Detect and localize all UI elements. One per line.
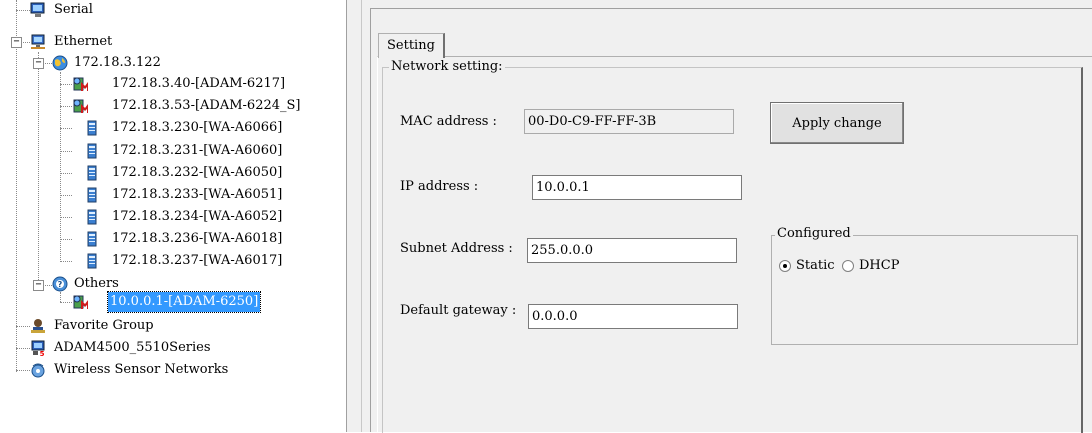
module-icon	[87, 165, 97, 181]
tree-item-label: Others	[74, 276, 119, 291]
tree-line	[60, 128, 72, 129]
tree-line	[60, 302, 72, 303]
tree-item-label: Favorite Group	[54, 318, 154, 333]
tree-item-label: 172.18.3.231-[WA-A6060]	[112, 143, 283, 158]
network-setting-title: Network setting:	[389, 59, 505, 74]
collapse-others-icon[interactable]: −	[33, 280, 44, 291]
network-icon	[31, 34, 45, 49]
computer-icon	[30, 2, 45, 17]
tree-item-label: 172.18.3.234-[WA-A6052]	[112, 209, 283, 224]
tree-line	[60, 239, 72, 240]
tree-line	[38, 52, 39, 284]
tree-item-label: 172.18.3.233-[WA-A6051]	[112, 187, 283, 202]
tree-line	[43, 285, 52, 286]
mac-label: MAC address :	[400, 114, 497, 129]
configured-group	[771, 235, 1078, 345]
apply-change-button[interactable]: Apply change	[770, 102, 904, 144]
dhcp-radio-label[interactable]: DHCP	[859, 258, 899, 273]
tree-item-label: 10.0.0.1-[ADAM-6250]	[106, 291, 262, 313]
mac-field: 00-D0-C9-FF-FF-3B	[524, 109, 734, 134]
module-icon	[87, 253, 97, 269]
gateway-label: Default gateway :	[400, 303, 517, 318]
tree-line	[60, 84, 72, 85]
favorite-group-icon	[31, 319, 45, 333]
static-radio[interactable]	[779, 260, 791, 272]
subnet-field[interactable]: 255.0.0.0	[527, 238, 737, 263]
collapse-ethernet-icon[interactable]: −	[11, 37, 22, 48]
tree-item-label: ADAM4500_5510Series	[54, 340, 211, 355]
svg-text:?: ?	[58, 280, 63, 289]
globe-icon	[52, 55, 68, 71]
tree-item-label: 172.18.3.53-[ADAM-6224_S]	[112, 98, 301, 113]
help-circle-icon: ?	[52, 276, 68, 292]
tree-item-label: 172.18.3.237-[WA-A6017]	[112, 253, 283, 268]
configured-title: Configured	[775, 226, 853, 241]
tree-line	[21, 42, 30, 43]
module-online-icon	[73, 77, 88, 91]
tree-line	[16, 370, 30, 371]
tree-item-label: Serial	[54, 2, 93, 17]
module-online-icon	[73, 295, 88, 309]
module-icon	[87, 209, 97, 225]
tree-line	[60, 292, 61, 302]
tab-setting[interactable]: Setting	[378, 33, 445, 58]
tree-item-label: Ethernet	[54, 34, 113, 49]
splitter[interactable]	[347, 0, 362, 432]
module-icon	[87, 231, 97, 247]
tree-line	[60, 106, 72, 107]
tree-line	[60, 173, 72, 174]
tree-line	[60, 217, 72, 218]
tree-line	[43, 63, 52, 64]
ip-field[interactable]: 10.0.0.1	[532, 175, 742, 200]
subnet-label: Subnet Address :	[400, 241, 513, 256]
tree-line	[16, 326, 30, 327]
tree-item-label: 172.18.3.230-[WA-A6066]	[112, 120, 283, 135]
ip-label: IP address :	[400, 179, 479, 194]
tree-item-label: 172.18.3.122	[74, 55, 161, 70]
tree-item-label: 172.18.3.232-[WA-A6050]	[112, 165, 283, 180]
dhcp-radio[interactable]	[842, 260, 854, 272]
module-icon	[87, 143, 97, 159]
tree-item-label: 172.18.3.40-[ADAM-6217]	[112, 76, 286, 91]
tree-line	[16, 10, 30, 11]
collapse-subnet-icon[interactable]: −	[33, 58, 44, 69]
tree-line	[16, 0, 17, 372]
module-icon	[87, 120, 97, 136]
tree-item-label: 172.18.3.236-[WA-A6018]	[112, 231, 283, 246]
tree-line	[60, 261, 72, 262]
svg-text:5: 5	[40, 350, 45, 356]
settings-panel: Setting Network setting: MAC address : 0…	[362, 0, 1092, 433]
static-radio-label[interactable]: Static	[796, 258, 835, 273]
adam4500-icon: 5	[31, 340, 45, 356]
panel-border	[370, 8, 371, 432]
tree-line	[60, 151, 72, 152]
tree-line	[16, 348, 30, 349]
module-online-icon	[73, 99, 88, 113]
wireless-icon	[31, 363, 45, 378]
device-tree[interactable]: − − − Serial Ethernet 172.18.3.122 172.1…	[0, 0, 346, 432]
tree-item-label: Wireless Sensor Networks	[54, 362, 229, 377]
tree-line	[60, 195, 72, 196]
module-icon	[87, 187, 97, 203]
radio-selected-dot	[783, 264, 787, 268]
panel-border	[370, 8, 1092, 9]
tree-line	[60, 72, 61, 262]
gateway-field[interactable]: 0.0.0.0	[528, 304, 738, 329]
